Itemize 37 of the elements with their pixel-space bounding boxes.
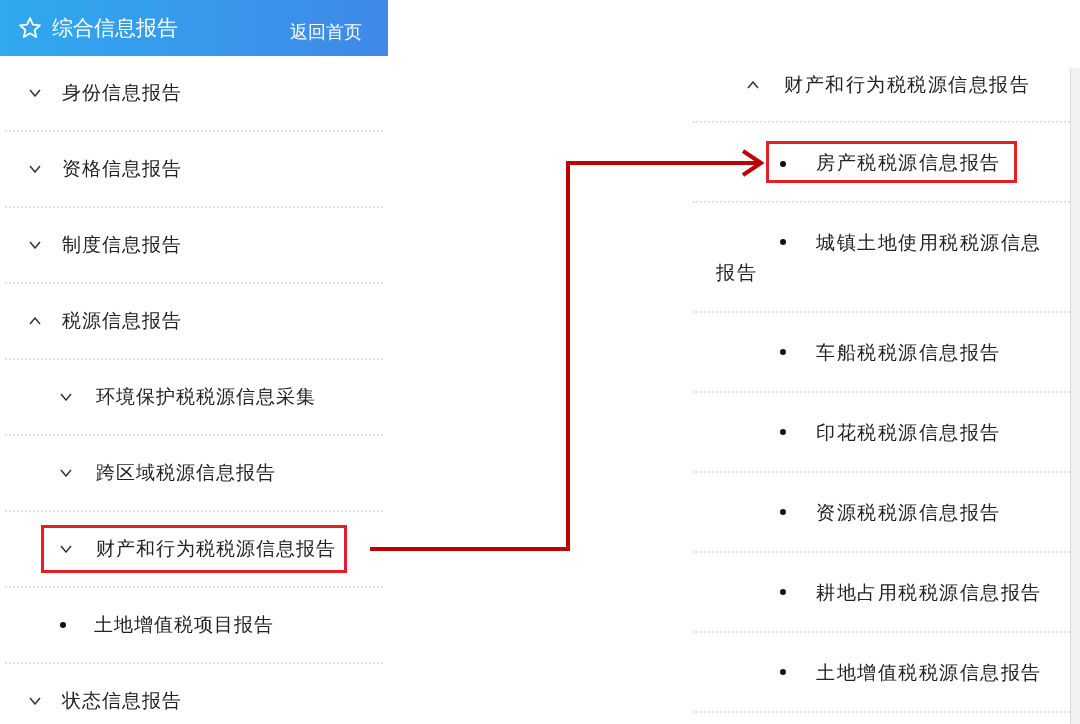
- chevron-down-icon[interactable]: [29, 165, 41, 173]
- menu-item-label[interactable]: 土地增值税税源信息报告: [716, 657, 1056, 687]
- chevron-down-icon[interactable]: [29, 241, 41, 249]
- menu-item-label[interactable]: 资格信息报告: [62, 156, 182, 182]
- star-icon: [18, 16, 42, 40]
- chevron-down-icon[interactable]: [29, 89, 41, 97]
- bullet-icon: [60, 622, 66, 628]
- menu-item-label[interactable]: 状态信息报告: [62, 688, 182, 714]
- chevron-down-icon[interactable]: [60, 469, 72, 477]
- menu-item-label[interactable]: 城镇土地使用税税源信息报告: [716, 227, 1056, 287]
- menu-item-label[interactable]: 跨区域税源信息报告: [96, 460, 276, 486]
- bullet-icon: [780, 589, 786, 595]
- menu-item-label[interactable]: 财产和行为税税源信息报告: [96, 536, 336, 562]
- menu-item-label[interactable]: 资源税税源信息报告: [716, 497, 1056, 527]
- menu-item-label[interactable]: 环境保护税税源信息采集: [96, 384, 316, 410]
- menu-item-label[interactable]: 印花税税源信息报告: [716, 417, 1056, 447]
- chevron-down-icon[interactable]: [29, 697, 41, 705]
- scrollbar[interactable]: [1070, 68, 1080, 724]
- chevron-up-icon[interactable]: [747, 80, 759, 89]
- bullet-icon: [780, 509, 786, 515]
- bullet-icon: [780, 429, 786, 435]
- menu-item-label[interactable]: 房产税税源信息报告: [816, 151, 1001, 173]
- bullet-icon: [780, 669, 786, 675]
- menu-item-label[interactable]: 身份信息报告: [62, 80, 182, 106]
- menu-item-label[interactable]: 制度信息报告: [62, 232, 182, 258]
- menu-item-label[interactable]: 土地增值税项目报告: [94, 612, 274, 638]
- sidebar-title: 综合信息报告: [52, 15, 179, 42]
- chevron-up-icon[interactable]: [29, 317, 41, 325]
- bullet-icon: [780, 349, 786, 355]
- menu-item-label[interactable]: 耕地占用税税源信息报告: [716, 577, 1056, 607]
- menu-item-label[interactable]: 车船税税源信息报告: [716, 337, 1056, 367]
- bullet-icon: [780, 239, 786, 245]
- menu-item-label[interactable]: 财产和行为税税源信息报告: [784, 71, 1030, 98]
- menu-item-label[interactable]: 税源信息报告: [62, 308, 182, 334]
- bullet-icon: [780, 160, 786, 167]
- chevron-down-icon[interactable]: [60, 545, 72, 553]
- chevron-down-icon[interactable]: [60, 393, 72, 401]
